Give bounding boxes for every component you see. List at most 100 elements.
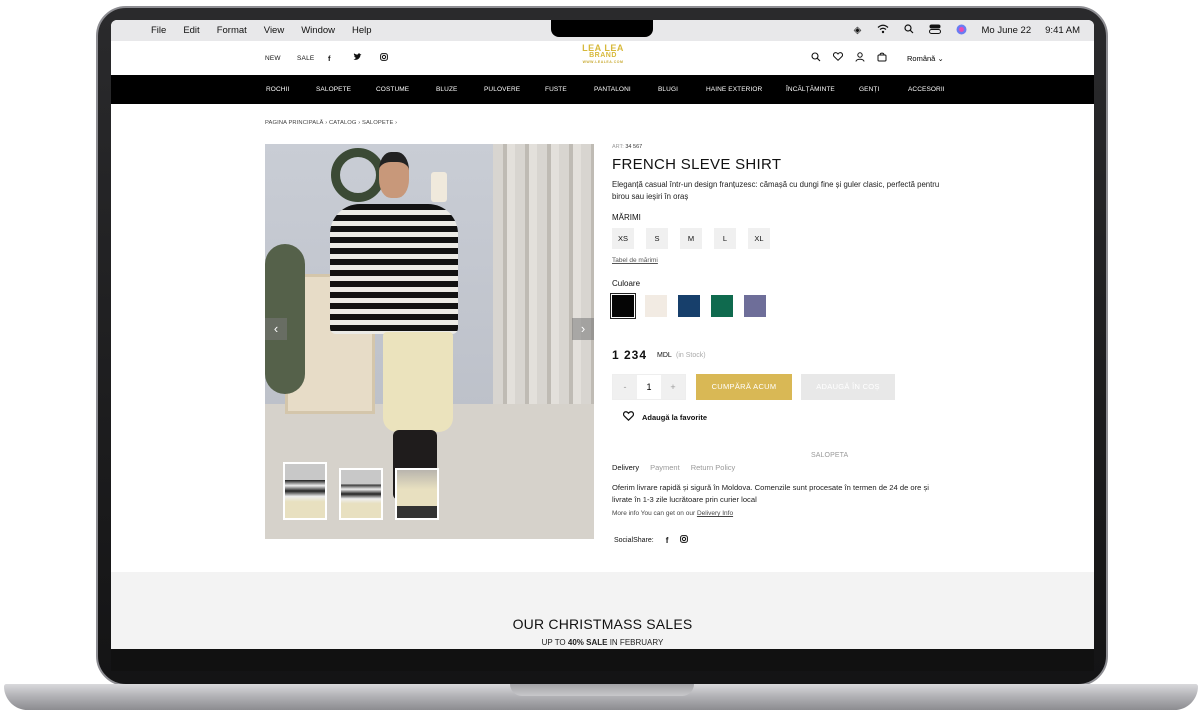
tab-delivery[interactable]: Delivery [612,463,639,472]
color-swatch-black[interactable] [610,293,636,319]
color-swatch-lavender[interactable] [744,295,766,317]
delivery-text: Oferim livrare rapidă și sigură în Moldo… [612,483,929,504]
size-option-l[interactable]: L [714,228,736,249]
article-number: ART: 34 567 [612,144,642,150]
cart-icon[interactable] [877,52,887,65]
twitter-icon[interactable] [353,53,362,63]
menu-window[interactable]: Window [301,25,335,36]
color-swatch-green[interactable] [711,295,733,317]
breadcrumb-home[interactable]: PAGINA PRINCIPALĂ [265,120,324,126]
gallery-thumbnails [283,462,439,520]
social-share-label: SocialShare: [614,536,654,544]
product-price: 1 234 [612,348,648,362]
link-sale[interactable]: SALE [297,55,314,62]
menu-file[interactable]: File [151,25,166,36]
camera-notch [551,20,653,37]
promo-subtitle: UP TO 40% SALE IN FEBRUARY [111,638,1094,647]
spotlight-search-icon[interactable] [903,24,915,37]
photo-model-head [379,152,409,198]
photo-phone [431,172,447,202]
nav-item-fuste[interactable]: FUSTE [545,86,567,93]
size-option-s[interactable]: S [646,228,668,249]
nav-item-accesorii[interactable]: ACCESORII [908,86,945,93]
nav-item-bluze[interactable]: BLUZE [436,86,457,93]
article-value: 34 567 [625,144,643,150]
header-actions [811,52,887,65]
product-title: FRENCH SLEVE SHIRT [612,156,782,173]
logo-text-line2: BRAND [589,52,617,59]
quantity-decrease-button[interactable]: - [613,375,637,399]
promo-sub-suffix: IN FEBRUARY [609,638,664,647]
nav-item-haine-exterior[interactable]: HAINE EXTERIOR [706,86,762,93]
nav-item-incaltaminte[interactable]: ÎNCĂLȚĂMINTE [786,86,835,93]
layers-icon[interactable]: ◈ [851,25,863,36]
delivery-more-info: More info You can get on our Delivery In… [612,510,733,517]
laptop-mockup: File Edit Format View Window Help ◈ Mo J… [0,0,1201,728]
browser-screen: File Edit Format View Window Help ◈ Mo J… [111,20,1094,649]
size-option-xs[interactable]: XS [612,228,634,249]
facebook-icon[interactable]: f [666,536,669,545]
more-info-text: More info You can get on our [612,510,696,517]
color-swatch-cream[interactable] [645,295,667,317]
gallery-thumbnail[interactable] [283,462,327,520]
color-label: Culoare [612,279,641,288]
tab-payment[interactable]: Payment [650,463,680,472]
user-icon[interactable] [855,52,865,65]
logo-text-line3: WWW.LEALEA.COM [582,60,624,64]
gallery-thumbnail[interactable] [395,468,439,520]
nav-item-genti[interactable]: GENȚI [859,86,879,93]
wifi-icon[interactable] [877,24,889,37]
gallery-next-arrow-icon[interactable]: › [572,318,594,340]
control-center-icon[interactable] [929,24,942,37]
gallery-prev-arrow-icon[interactable]: ‹ [265,318,287,340]
breadcrumb-catalog[interactable]: CATALOG [329,120,357,126]
nav-item-pantaloni[interactable]: PANTALONI [594,86,631,93]
laptop-trackpad-notch [510,684,694,696]
menubar-date[interactable]: Mo June 22 [981,25,1031,36]
info-tabs: Delivery Payment Return Policy [612,463,735,472]
delivery-info-link[interactable]: Delivery Info [697,510,733,517]
size-option-m[interactable]: M [680,228,702,249]
nav-item-salopete[interactable]: SALOPETE [316,86,351,93]
nav-item-blugi[interactable]: BLUGI [658,86,678,93]
menu-edit[interactable]: Edit [183,25,199,36]
product-image-gallery[interactable]: ‹ › [265,144,594,539]
quantity-stepper: - 1 + [612,374,686,400]
menu-format[interactable]: Format [217,25,247,36]
nav-item-costume[interactable]: COSTUME [376,86,409,93]
promo-sub-prefix: UP TO [541,638,566,647]
brand-logo[interactable]: LEA LEA BRAND WWW.LEALEA.COM [579,44,627,65]
facebook-icon[interactable]: f [328,54,331,63]
add-to-favorites[interactable]: Adaugă la favorite [622,411,707,424]
nav-item-pulovere[interactable]: PULOVERE [484,86,520,93]
nav-item-rochii[interactable]: ROCHII [266,86,289,93]
link-new[interactable]: NEW [265,55,281,62]
add-to-cart-button[interactable]: ADAUGĂ ÎN COȘ [801,374,895,400]
gallery-thumbnail[interactable] [339,468,383,520]
article-label: ART: [612,144,624,150]
breadcrumb-separator: › [395,120,398,126]
instagram-icon[interactable] [380,53,388,63]
search-icon[interactable] [811,52,821,65]
tab-return-policy[interactable]: Return Policy [691,463,736,472]
siri-icon[interactable] [955,24,967,38]
menu-help[interactable]: Help [352,25,372,36]
price-currency: MDL [657,352,672,359]
size-selector: XS S M L XL [612,228,770,249]
quantity-increase-button[interactable]: + [661,375,685,399]
size-table-link[interactable]: Tabel de mărimi [612,257,658,264]
instagram-icon[interactable] [680,535,689,545]
promo-section: OUR CHRISTMASS SALES UP TO 40% SALE IN F… [111,572,1094,649]
menu-view[interactable]: View [264,25,284,36]
menubar-time[interactable]: 9:41 AM [1045,25,1080,36]
photo-striped-sweater [330,204,458,334]
breadcrumb-salopete[interactable]: SALOPETE [362,120,393,126]
heart-icon[interactable] [833,52,843,65]
buy-now-button[interactable]: CUMPĂRĂ ACUM [696,374,792,400]
menubar-status: ◈ Mo June 22 9:41 AM [851,20,1080,41]
quantity-value[interactable]: 1 [637,375,661,399]
color-swatch-navy[interactable] [678,295,700,317]
size-option-xl[interactable]: XL [748,228,770,249]
language-selector[interactable]: Română ⌄ [907,54,944,63]
screen-chin [111,649,1094,671]
